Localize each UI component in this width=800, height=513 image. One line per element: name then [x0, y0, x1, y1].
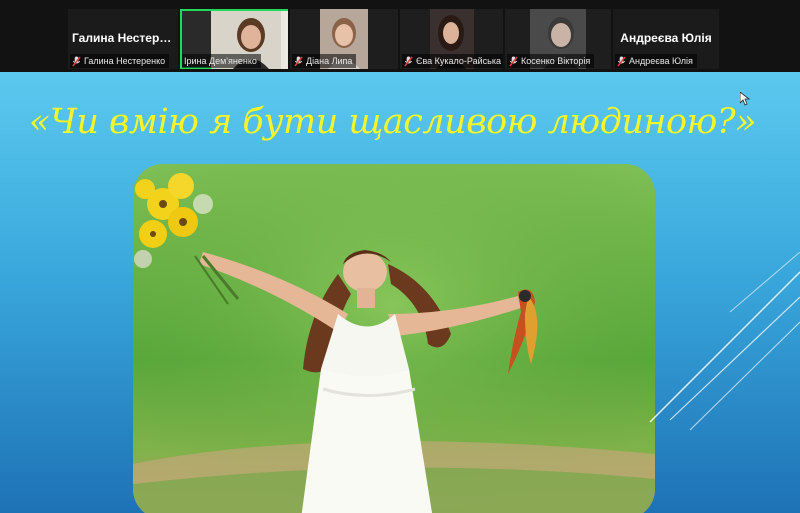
participant-name-tag: Діана Липа: [292, 54, 357, 68]
slide-photo: [133, 164, 655, 513]
participant-name: Діана Липа: [306, 56, 353, 66]
participant-name-tag: Єва Кукало-Райська: [402, 54, 503, 68]
microphone-muted-icon: [509, 56, 518, 66]
participant-name-tag: Косенко Вікторія: [507, 54, 595, 68]
participant-name-tag: Ірина Дем'яненко: [182, 54, 261, 68]
microphone-muted-icon: [617, 56, 626, 66]
microphone-muted-icon: [404, 56, 413, 66]
participant-display-name: Андреєва Юлія: [620, 31, 712, 45]
participant-display-name: Галина Нестере...: [72, 31, 176, 45]
participant-tile-andreieva[interactable]: Андреєва Юлія Андреєва Юлія: [613, 9, 719, 69]
mouse-pointer-icon: [740, 92, 750, 106]
slide-title: «Чи вмію я бути щасливою людиною?»: [28, 102, 757, 142]
decorative-lines: [649, 252, 800, 431]
participant-name: Ірина Дем'яненко: [184, 56, 257, 66]
participant-tile-kosenko[interactable]: Косенко Вікторія: [505, 9, 611, 69]
participant-strip: Галина Нестере... Галина Нестеренко Ірин…: [0, 0, 800, 72]
participant-name-tag: Андреєва Юлія: [615, 54, 697, 68]
participant-tile-iryna[interactable]: Ірина Дем'яненко: [180, 9, 288, 69]
participant-name: Єва Кукало-Райська: [416, 56, 501, 66]
shared-screen-slide: «Чи вмію я бути щасливою людиною?»: [0, 72, 800, 513]
participant-tile-yeva[interactable]: Єва Кукало-Райська: [400, 9, 503, 69]
participant-name-tag: Галина Нестеренко: [70, 54, 170, 68]
microphone-muted-icon: [294, 56, 303, 66]
participant-name: Андреєва Юлія: [629, 56, 693, 66]
participant-name: Галина Нестеренко: [84, 56, 166, 66]
participant-tile-diana[interactable]: Діана Липа: [290, 9, 398, 69]
microphone-muted-icon: [72, 56, 81, 66]
participant-name: Косенко Вікторія: [521, 56, 591, 66]
participant-tile-halyna[interactable]: Галина Нестере... Галина Нестеренко: [68, 9, 178, 69]
